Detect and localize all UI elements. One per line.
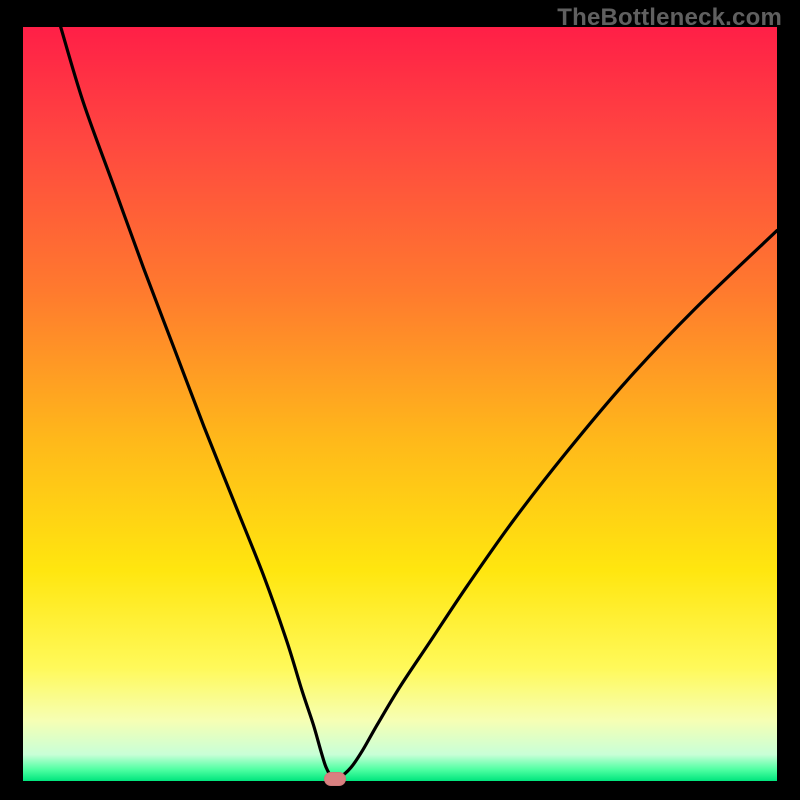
plot-area — [23, 27, 777, 781]
minimum-marker — [324, 772, 346, 786]
gradient-background — [23, 27, 777, 781]
chart-frame: TheBottleneck.com — [0, 0, 800, 800]
chart-svg — [23, 27, 777, 781]
